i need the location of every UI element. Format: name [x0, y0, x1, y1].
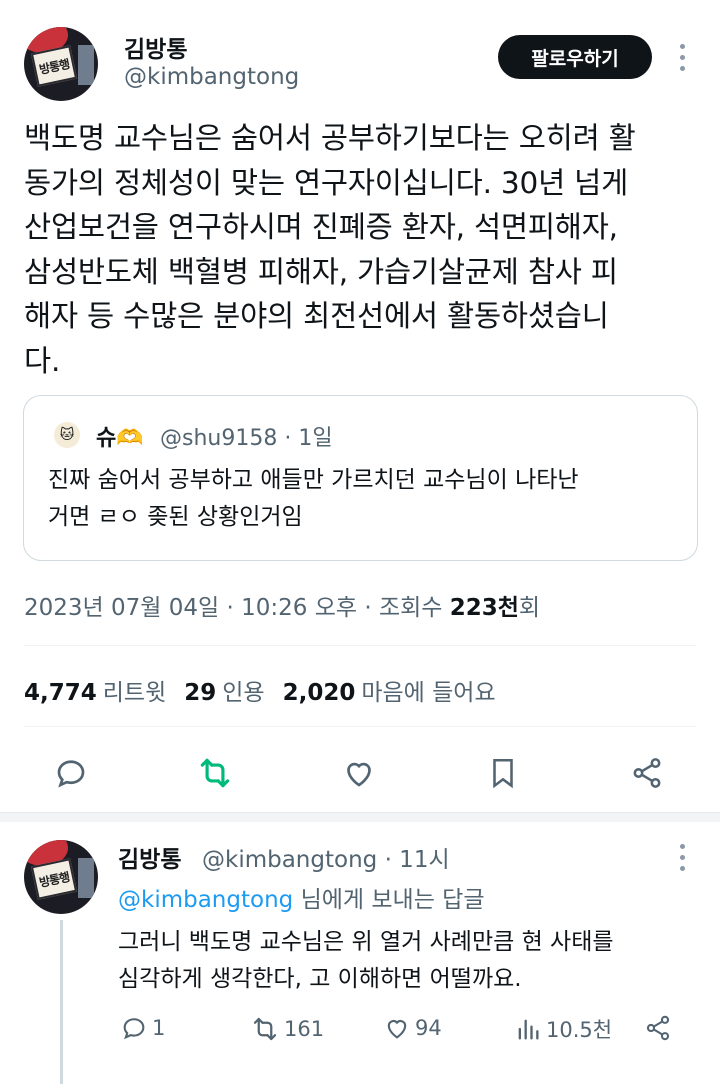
- retweet-count: 161: [284, 1017, 325, 1041]
- tweet-stats: 4,774 리트윗 29 인용 2,020 마음에 들어요: [24, 673, 496, 707]
- share-icon[interactable]: [627, 753, 667, 793]
- author-name[interactable]: 김방통: [124, 30, 187, 64]
- quote-author-handle: @shu9158 · 1일: [160, 426, 333, 451]
- reply-icon[interactable]: [51, 753, 91, 793]
- retweet-icon[interactable]: [195, 753, 235, 793]
- retweet-icon: [253, 1017, 277, 1041]
- retweet-stat[interactable]: 4,774 리트윗: [24, 673, 166, 707]
- view-count: 223천: [449, 595, 519, 621]
- reply-like-button[interactable]: 94: [383, 1014, 442, 1042]
- like-icon: [387, 1020, 407, 1039]
- divider: [24, 645, 696, 646]
- reply-icon: [123, 1018, 145, 1040]
- more-options-icon[interactable]: [678, 44, 686, 71]
- tweet-text: 백도명 교수님은 숨어서 공부하기보다는 오히려 활 동가의 정체성이 맞는 연…: [24, 121, 636, 378]
- tweet-meta: 2023년 07월 04일 · 10:26 오후 · 조회수 223천회: [24, 588, 540, 622]
- thread-line: [60, 920, 63, 1084]
- quote-avatar: 🐱: [54, 422, 80, 448]
- section-divider: [0, 812, 720, 822]
- reply-retweet-button[interactable]: 161: [250, 1014, 324, 1044]
- share-icon: [646, 1015, 670, 1041]
- like-icon[interactable]: [339, 753, 379, 793]
- divider: [24, 726, 696, 727]
- avatar-sign-text: 방통행: [30, 45, 78, 87]
- reply-views-button[interactable]: 10.5천: [514, 1014, 612, 1044]
- quoted-tweet[interactable]: 🐱 슈🫶 @shu9158 · 1일 진짜 숨어서 공부하고 애들만 가르치던 …: [23, 395, 698, 561]
- view-count: 10.5천: [546, 1018, 613, 1042]
- reply-author-handle[interactable]: @kimbangtong · 11시: [202, 840, 450, 874]
- reply-author-avatar[interactable]: 방통행: [24, 840, 98, 914]
- tweet-timestamp[interactable]: 2023년 07월 04일 · 10:26 오후 · 조회수: [24, 595, 450, 621]
- views-icon: [518, 1019, 539, 1040]
- replying-to: @kimbangtong 님에게 보내는 답글: [118, 887, 485, 913]
- like-stat[interactable]: 2,020 마음에 들어요: [283, 673, 496, 707]
- quote-stat[interactable]: 29 인용: [184, 673, 264, 707]
- avatar-sign-text: 방통행: [30, 858, 78, 900]
- reply-count: 1: [152, 1016, 166, 1040]
- author-handle[interactable]: @kimbangtong: [124, 64, 299, 90]
- reply-share-button[interactable]: [644, 1014, 672, 1042]
- reply-reply-button[interactable]: 1: [120, 1014, 165, 1042]
- reply-to-mention[interactable]: @kimbangtong: [118, 887, 293, 913]
- quote-text: 진짜 숨어서 공부하고 애들만 가르치던 교수님이 나타난 거면 ㄹㅇ 좆된 상…: [48, 467, 579, 530]
- follow-button[interactable]: 팔로우하기: [498, 35, 652, 79]
- reply-text: 그러니 백도명 교수님은 위 열거 사례만큼 현 사태를 심각하게 생각한다, …: [118, 929, 614, 992]
- author-avatar[interactable]: 방통행: [24, 27, 98, 101]
- reply-more-options-icon[interactable]: [678, 844, 686, 871]
- reply-author-name[interactable]: 김방통: [118, 840, 181, 874]
- bookmark-icon[interactable]: [483, 753, 523, 793]
- view-suffix: 회: [518, 595, 541, 621]
- like-count: 94: [415, 1016, 442, 1040]
- quote-author-name: 슈🫶: [96, 426, 144, 451]
